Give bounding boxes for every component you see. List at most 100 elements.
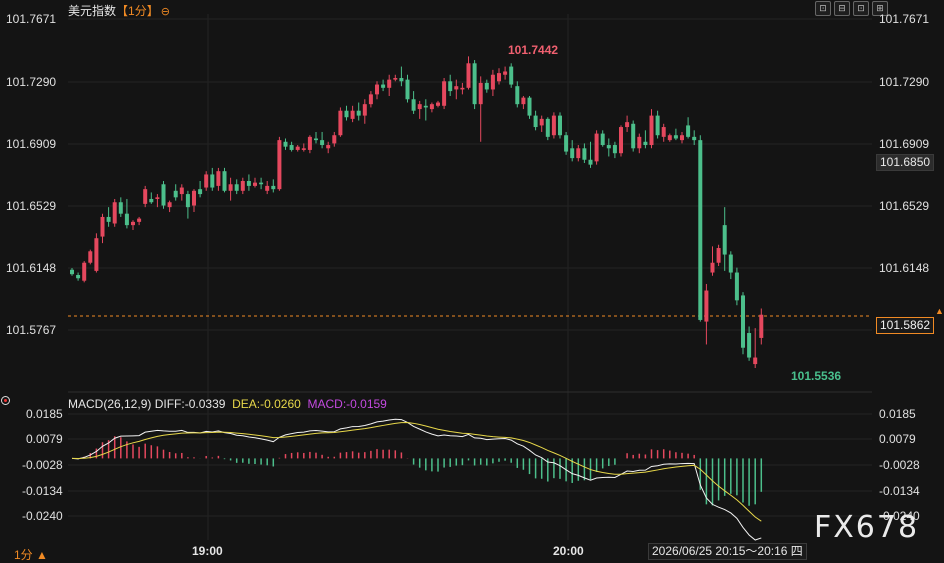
candle-body <box>442 81 447 106</box>
macd-tick-right: -0.0134 <box>879 484 920 498</box>
candle-body <box>289 145 294 150</box>
candle-body <box>70 269 74 275</box>
candle-body <box>301 148 306 150</box>
candle-body <box>167 202 172 208</box>
candle-body <box>228 184 233 191</box>
candle-body <box>728 254 733 273</box>
candle-body <box>112 202 117 224</box>
y-tick-right: 101.6529 <box>879 199 930 213</box>
candle-body <box>429 104 434 110</box>
candle-body <box>466 63 471 88</box>
candle-body <box>521 97 526 105</box>
macd-tick-left: -0.0240 <box>22 509 63 523</box>
candle-body <box>637 136 642 149</box>
candle-body <box>381 84 386 88</box>
candle-body <box>338 110 343 136</box>
candle-body <box>179 187 184 195</box>
candle-body <box>661 127 666 137</box>
candle-body <box>417 104 422 110</box>
candle-body <box>576 148 581 159</box>
candle-body <box>551 115 556 136</box>
candle-body <box>606 145 611 149</box>
candle-body <box>716 248 721 263</box>
y-tick-right: 101.7290 <box>879 75 930 89</box>
period-switch-button[interactable]: 1分 ▲ <box>14 546 48 563</box>
candle-body <box>161 184 166 206</box>
candle-body <box>350 110 355 119</box>
x-tick: 20:00 <box>553 544 584 558</box>
candle-body <box>118 202 123 214</box>
candle-body <box>399 78 404 82</box>
candle-body <box>503 71 508 75</box>
macd-tick-right: 0.0185 <box>879 407 916 421</box>
candle-body <box>344 110 349 118</box>
candle-body <box>259 182 264 185</box>
candle-body <box>680 135 684 141</box>
indicator-toggle-icon[interactable] <box>1 396 10 405</box>
macd-tick-right: -0.0028 <box>879 458 920 472</box>
candle-body <box>515 86 520 105</box>
candle-body <box>326 145 331 149</box>
current-price-tag: 101.5862 <box>876 317 935 334</box>
y-tick-left: 101.6909 <box>6 137 57 151</box>
candle-body <box>747 333 752 358</box>
candle-body <box>539 118 544 126</box>
candle-body <box>94 238 99 271</box>
diff-line <box>71 418 762 541</box>
candle-body <box>149 198 154 203</box>
candle-body <box>527 97 532 116</box>
candle-body <box>436 102 440 106</box>
candle-body <box>704 290 709 322</box>
candle-body <box>710 262 715 273</box>
y-tick-right: 101.6148 <box>879 261 930 275</box>
candle-body <box>460 87 465 90</box>
candle-body <box>100 216 105 237</box>
macd-params: MACD(26,12,9) <box>68 397 152 411</box>
candle-body <box>643 141 648 146</box>
candle-body <box>137 218 142 222</box>
candle-body <box>210 174 215 188</box>
candle-body <box>411 99 416 111</box>
candle-body <box>673 135 678 139</box>
candle-body <box>741 295 745 348</box>
macd-tick-left: -0.0134 <box>22 484 63 498</box>
candle-body <box>497 73 501 82</box>
candle-body <box>631 123 636 149</box>
y-tick-right: 101.7671 <box>879 12 930 26</box>
candlestick-chart[interactable] <box>0 0 944 562</box>
y-tick-left: 101.6148 <box>6 261 57 275</box>
candle-body <box>582 148 587 160</box>
candle-body <box>155 197 160 199</box>
y-tick-left: 101.7671 <box>6 12 57 26</box>
x-tick: 19:00 <box>192 544 223 558</box>
candle-body <box>509 66 514 85</box>
candle-body <box>490 74 495 90</box>
diff-value: DIFF:-0.0339 <box>154 397 226 411</box>
y-tick-left: 101.6529 <box>6 199 57 213</box>
candle-body <box>600 133 605 146</box>
candle-body <box>375 84 379 95</box>
candle-body <box>393 78 398 80</box>
candle-body <box>246 180 251 186</box>
macd-tick-left: 0.0079 <box>26 432 63 446</box>
candle-body <box>619 127 623 154</box>
candle-body <box>667 135 672 141</box>
candle-body <box>204 174 209 188</box>
candle-series <box>70 56 764 368</box>
candle-body <box>368 94 373 105</box>
candle-body <box>649 115 654 146</box>
candle-body <box>570 148 575 159</box>
macd-tick-left: -0.0028 <box>22 458 63 472</box>
candle-body <box>307 136 312 150</box>
chart-grid <box>68 14 872 540</box>
macd-tick-left: 0.0185 <box>26 407 63 421</box>
candle-body <box>454 86 459 90</box>
candle-body <box>356 110 361 116</box>
crosshair-time-label: 2026/06/25 20:15～20:16 四 <box>648 543 807 560</box>
macd-value: MACD:-0.0159 <box>307 397 387 411</box>
price-marker-icon: ▲ <box>935 306 944 316</box>
y-tick-right: 101.6909 <box>879 137 930 151</box>
candle-body <box>448 81 453 92</box>
candle-body <box>692 136 697 141</box>
candle-body <box>314 138 318 141</box>
